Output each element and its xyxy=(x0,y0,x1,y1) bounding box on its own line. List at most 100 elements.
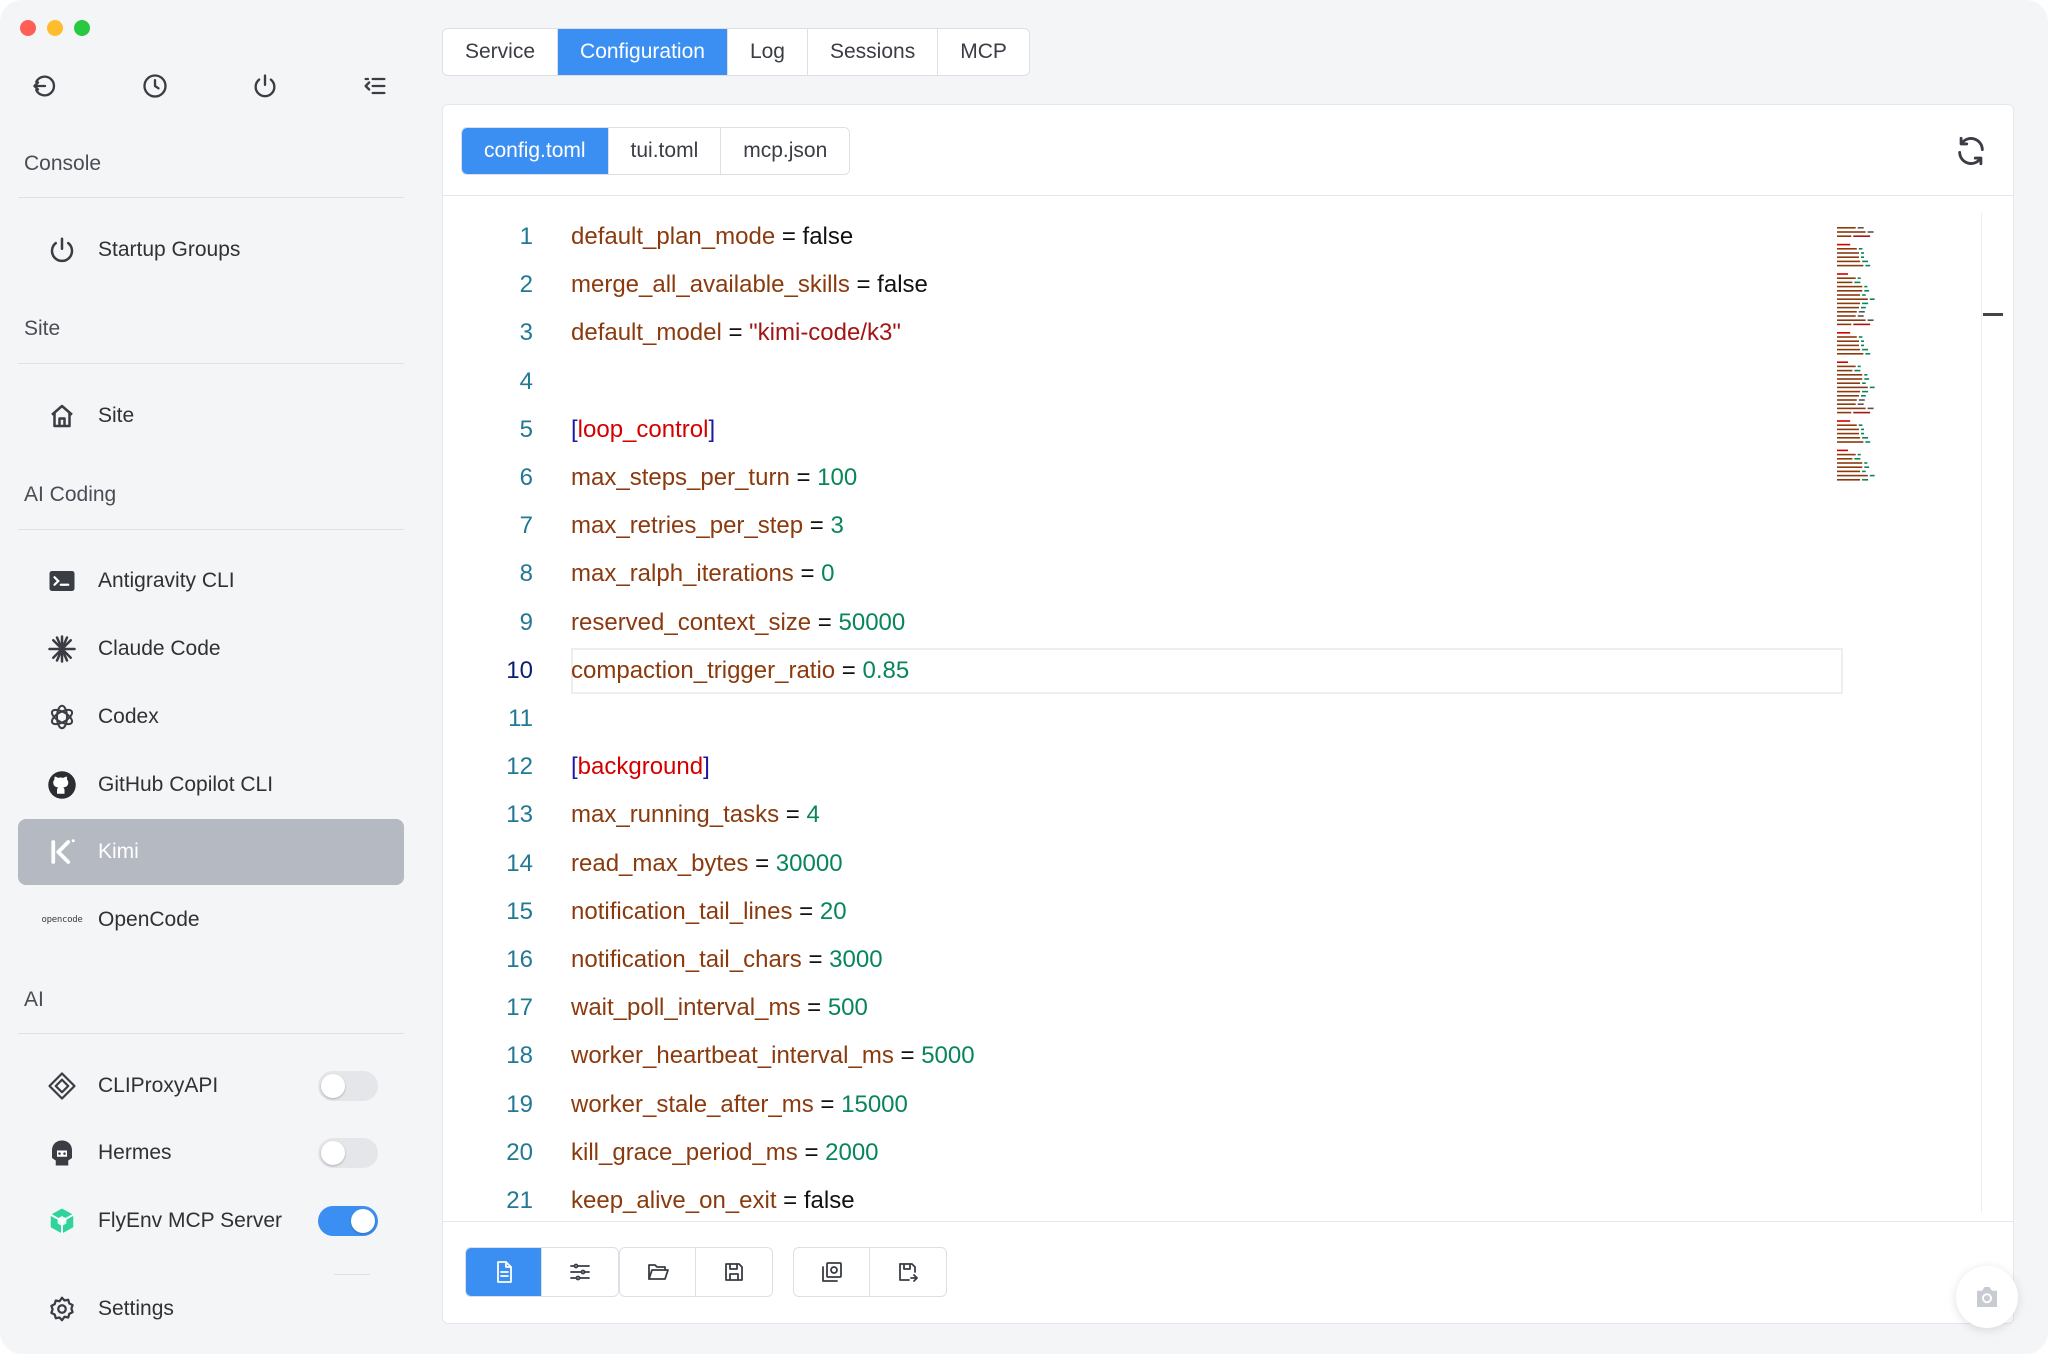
code-line[interactable]: 19 worker_stale_after_ms = 15000 xyxy=(443,1081,1843,1129)
minimap-line xyxy=(1837,453,1856,456)
code-line[interactable]: 17 wait_poll_interval_ms = 500 xyxy=(443,984,1843,1032)
tab-sessions[interactable]: Sessions xyxy=(808,29,939,75)
sidebar-item-hermes[interactable]: Hermes xyxy=(18,1120,404,1186)
save-button[interactable] xyxy=(696,1248,772,1296)
minimize-window-button[interactable] xyxy=(47,20,63,36)
tab-configuration[interactable]: Configuration xyxy=(558,29,728,75)
config-value: 3000 xyxy=(829,946,883,973)
code-line[interactable]: 14 read_max_bytes = 30000 xyxy=(443,840,1843,888)
code-line[interactable]: 9 reserved_context_size = 50000 xyxy=(443,599,1843,647)
minimap-value xyxy=(1853,411,1871,414)
code-editor[interactable]: 1 default_plan_mode = false 2 merge_all_ava… xyxy=(443,213,2013,1213)
sidebar-item-kimi[interactable]: Kimi xyxy=(18,819,404,885)
minimap-value xyxy=(1861,306,1866,309)
minimap-line xyxy=(1837,273,1848,275)
sidebar-item-codex[interactable]: Codex xyxy=(18,684,404,750)
equals-sign: = xyxy=(835,656,863,684)
config-key: worker_heartbeat_interval_ms xyxy=(571,1042,894,1070)
top-tabs: Service Configuration Log Sessions MCP xyxy=(442,28,1030,76)
code-text: reserved_context_size = 50000 xyxy=(571,609,905,637)
minimap[interactable] xyxy=(1833,225,1983,485)
minimap-line xyxy=(1837,374,1863,376)
code-line[interactable]: 8 max_ralph_iterations = 0 xyxy=(443,550,1843,598)
sidebar-item-github-copilot-cli[interactable]: GitHub Copilot CLI xyxy=(18,752,404,818)
config-value: 5000 xyxy=(921,1042,975,1070)
code-line[interactable]: 18 worker_heartbeat_interval_ms = 5000 xyxy=(443,1032,1843,1080)
back-arrow-icon xyxy=(33,75,56,97)
sidebar-item-label: GitHub Copilot CLI xyxy=(98,773,274,796)
code-line[interactable]: 4 xyxy=(443,358,1843,406)
sidebar-item-antigravity-cli[interactable]: Antigravity CLI xyxy=(18,548,404,614)
screenshot-button[interactable] xyxy=(1956,1266,2018,1328)
reload-button[interactable] xyxy=(1951,131,1991,171)
minimap-value xyxy=(1869,386,1875,389)
code-line[interactable]: 12 [background] xyxy=(443,743,1843,791)
minimap-value xyxy=(1862,302,1869,305)
minimap-line xyxy=(1837,479,1861,481)
open-folder-button[interactable] xyxy=(620,1248,696,1296)
code-line[interactable]: 6 max_steps_per_turn = 100 xyxy=(443,454,1843,502)
config-panel: config.toml tui.toml mcp.json 1 default_p… xyxy=(442,104,2014,1324)
load-custom-button[interactable] xyxy=(794,1248,870,1296)
sidebar-item-cliproxyapi[interactable]: CLIProxyAPI xyxy=(18,1053,404,1119)
sidebar-item-label: Hermes xyxy=(98,1141,172,1164)
settings-form-button[interactable] xyxy=(542,1248,618,1296)
code-line[interactable]: 10 compaction_trigger_ratio = 0.85 xyxy=(443,647,1843,695)
tab-service[interactable]: Service xyxy=(443,29,559,75)
sidebar-item-claude-code[interactable]: Claude Code xyxy=(18,616,404,682)
code-line[interactable]: 20 kill_grace_period_ms = 2000 xyxy=(443,1129,1843,1177)
sidebar-item-site[interactable]: Site xyxy=(18,383,404,449)
minimap-line xyxy=(1837,277,1856,279)
editor-scrollbar[interactable] xyxy=(1981,213,2013,1213)
save-as-button[interactable] xyxy=(870,1248,946,1296)
tab-mcp[interactable]: MCP xyxy=(938,29,1029,75)
config-key: default_model xyxy=(571,319,722,347)
code-line[interactable]: 16 notification_tail_chars = 3000 xyxy=(443,936,1843,984)
line-number: 17 xyxy=(506,994,533,1022)
bracket: [ xyxy=(571,415,578,443)
maximize-window-button[interactable] xyxy=(74,20,90,36)
code-line[interactable]: 1 default_plan_mode = false xyxy=(443,213,1843,261)
code-text: notification_tail_lines = 20 xyxy=(571,898,847,926)
text-editor-button[interactable] xyxy=(466,1248,542,1296)
file-tab-config-toml[interactable]: config.toml xyxy=(462,128,609,174)
sidebar-item-startup-groups[interactable]: Startup Groups xyxy=(18,217,404,283)
power-button[interactable] xyxy=(245,66,285,106)
minimap-line xyxy=(1837,470,1861,473)
sidebar-item-opencode[interactable]: opencode OpenCode xyxy=(18,887,404,953)
code-line[interactable]: 21 keep_alive_on_exit = false xyxy=(443,1177,1843,1213)
code-line[interactable]: 2 merge_all_available_skills = false xyxy=(443,261,1843,309)
cliproxyapi-toggle[interactable] xyxy=(318,1071,378,1101)
history-button[interactable] xyxy=(135,66,175,106)
minimap-value xyxy=(1857,277,1861,279)
camera-icon xyxy=(1977,1287,1997,1307)
back-button[interactable] xyxy=(25,66,65,106)
code-line[interactable]: 11 xyxy=(443,695,1843,743)
code-line[interactable]: 15 notification_tail_lines = 20 xyxy=(443,888,1843,936)
sidebar-item-settings[interactable]: Settings xyxy=(18,1276,404,1342)
sidebar-item-flyenv-mcp-server[interactable]: FlyEnv MCP Server xyxy=(18,1188,404,1254)
file-tab-mcp-json[interactable]: mcp.json xyxy=(721,128,850,174)
sidebar-item-label: Claude Code xyxy=(98,637,221,660)
hermes-toggle[interactable] xyxy=(318,1138,378,1168)
code-line[interactable]: 7 max_retries_per_step = 3 xyxy=(443,502,1843,550)
code-line[interactable]: 13 max_running_tasks = 4 xyxy=(443,791,1843,839)
load-default-icon xyxy=(821,1262,842,1282)
code-line[interactable]: 5 [loop_control] xyxy=(443,406,1843,454)
line-number: 19 xyxy=(506,1090,533,1118)
close-window-button[interactable] xyxy=(20,20,36,36)
minimap-value xyxy=(1862,390,1869,393)
line-number: 8 xyxy=(519,560,533,588)
minimap-value xyxy=(1864,374,1868,376)
config-key: notification_tail_lines xyxy=(571,897,793,925)
equals-sign: = xyxy=(776,1187,804,1213)
code-line[interactable]: 3 default_model = "kimi-code/k3" xyxy=(443,309,1843,357)
minimap-line xyxy=(1837,344,1859,347)
minimap-line xyxy=(1837,386,1868,389)
minimap-value xyxy=(1853,235,1871,237)
tab-log[interactable]: Log xyxy=(728,29,808,75)
config-value: false xyxy=(802,223,854,250)
file-tab-tui-toml[interactable]: tui.toml xyxy=(608,128,722,174)
collapse-menu-button[interactable] xyxy=(355,66,395,106)
flyenv-mcp-toggle[interactable] xyxy=(318,1206,378,1236)
